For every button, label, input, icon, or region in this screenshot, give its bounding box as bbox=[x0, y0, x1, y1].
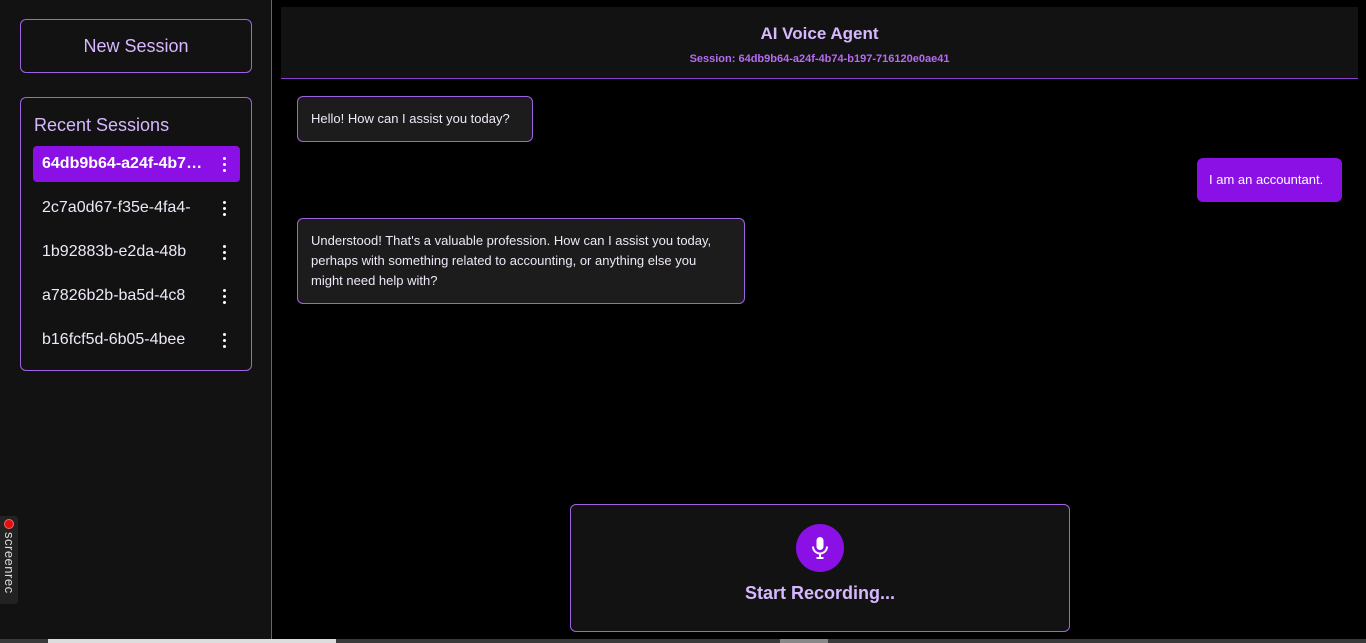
app-root: New Session Recent Sessions 64db9b64-a24… bbox=[0, 0, 1366, 643]
session-item-label: 64db9b64-a24f-4b74-b197-716120e0ae41 bbox=[42, 155, 207, 172]
page-title: AI Voice Agent bbox=[760, 24, 879, 43]
agent-message: Understood! That's a valuable profession… bbox=[297, 218, 745, 304]
session-item-label: 2c7a0d67-f35e-4fa4- bbox=[42, 199, 191, 216]
session-id-text: Session: 64db9b64-a24f-4b74-b197-716120e… bbox=[689, 53, 950, 65]
recent-sessions-panel: Recent Sessions 64db9b64-a24f-4b74-b197-… bbox=[20, 97, 252, 371]
record-dot-icon bbox=[4, 519, 14, 529]
horizontal-scrollbar[interactable] bbox=[0, 639, 1366, 643]
agent-message: Hello! How can I assist you today? bbox=[297, 96, 533, 142]
session-item[interactable]: 1b92883b-e2da-48b bbox=[33, 234, 240, 270]
more-options-icon[interactable] bbox=[218, 200, 230, 216]
screenrec-widget[interactable]: screenrec bbox=[0, 516, 18, 604]
session-item-label: b16fcf5d-6b05-4bee bbox=[42, 331, 186, 348]
scrollbar-thumb[interactable] bbox=[48, 639, 336, 643]
screenrec-label: screenrec bbox=[2, 532, 17, 594]
scrollbar-thumb-secondary[interactable] bbox=[780, 639, 828, 643]
recent-sessions-title: Recent Sessions bbox=[34, 115, 170, 135]
session-item[interactable]: b16fcf5d-6b05-4bee bbox=[33, 322, 240, 358]
session-item-label: a7826b2b-ba5d-4c8 bbox=[42, 287, 186, 304]
start-recording-label: Start Recording... bbox=[744, 583, 896, 603]
more-options-icon[interactable] bbox=[218, 244, 230, 260]
more-options-icon[interactable] bbox=[218, 156, 230, 172]
more-options-icon[interactable] bbox=[218, 288, 230, 304]
chat-header: AI Voice Agent Session: 64db9b64-a24f-4b… bbox=[281, 7, 1358, 79]
session-item[interactable]: a7826b2b-ba5d-4c8 bbox=[33, 278, 240, 314]
session-list: 64db9b64-a24f-4b74-b197-716120e0ae41 2c7… bbox=[33, 146, 240, 366]
session-item-label: 1b92883b-e2da-48b bbox=[42, 243, 187, 260]
new-session-button[interactable]: New Session bbox=[20, 19, 252, 73]
start-recording-button[interactable]: Start Recording... bbox=[570, 504, 1070, 632]
microphone-icon[interactable] bbox=[796, 524, 844, 572]
user-message: I am an accountant. bbox=[1197, 158, 1342, 202]
session-item[interactable]: 2c7a0d67-f35e-4fa4- bbox=[33, 190, 240, 226]
more-options-icon[interactable] bbox=[218, 332, 230, 348]
sidebar: New Session Recent Sessions 64db9b64-a24… bbox=[0, 0, 272, 643]
session-item[interactable]: 64db9b64-a24f-4b74-b197-716120e0ae41 bbox=[33, 146, 240, 182]
